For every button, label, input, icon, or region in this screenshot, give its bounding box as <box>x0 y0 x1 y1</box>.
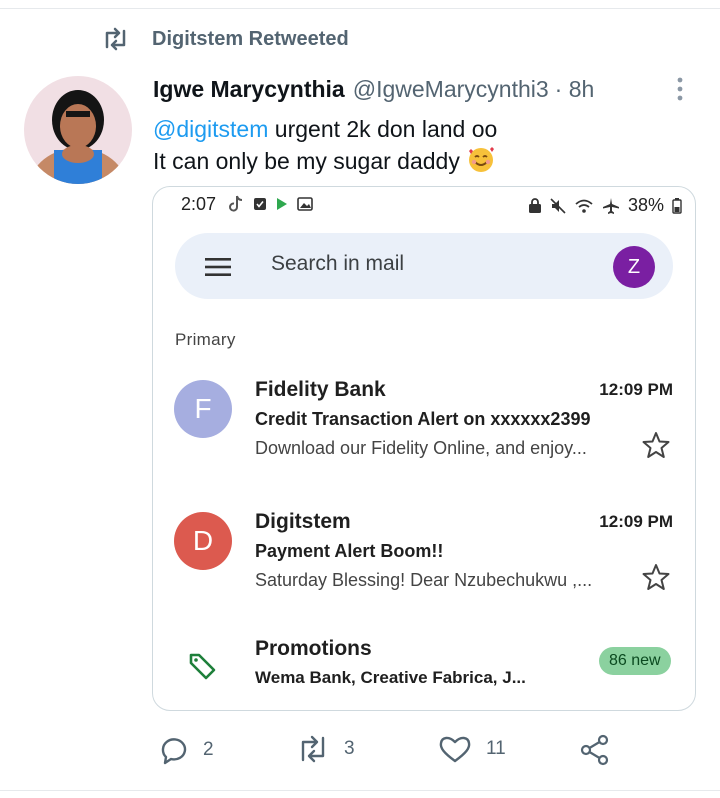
retweet-context[interactable]: Digitstem Retweeted <box>101 27 349 51</box>
star-icon[interactable] <box>642 431 670 459</box>
new-count-badge: 86 new <box>599 647 671 675</box>
tweet-line-1-rest: urgent 2k don land oo <box>268 116 498 142</box>
checkbox-notification-icon <box>254 198 266 210</box>
retweet-button[interactable]: 3 <box>296 734 355 764</box>
reply-icon <box>161 738 187 765</box>
status-left-icons <box>228 195 313 213</box>
media-card[interactable]: 2:07 38% Search in mail Z Primary F Fide… <box>152 186 696 711</box>
tweet-line-1: @digitstem urgent 2k don land oo <box>153 114 497 145</box>
lock-icon <box>529 197 541 213</box>
avatar[interactable] <box>24 76 132 184</box>
tweet-time[interactable]: · 8h <box>555 76 595 103</box>
star-icon[interactable] <box>642 563 670 591</box>
wifi-icon <box>575 199 593 213</box>
hamburger-menu-icon[interactable] <box>205 258 231 276</box>
sender-avatar: D <box>174 512 232 570</box>
primary-section-label: Primary <box>175 330 236 349</box>
email-snippet: Download our Fidelity Online, and enjoy.… <box>255 438 587 458</box>
promotions-senders: Wema Bank, Creative Fabrica, J... <box>255 668 526 687</box>
share-button[interactable] <box>579 734 611 766</box>
battery-percent: 38% <box>628 195 665 215</box>
retweet-count: 3 <box>344 738 355 759</box>
tweet-header: Igwe Marycynthia @IgweMarycynthi3 · 8h <box>153 76 594 103</box>
reply-button[interactable]: 2 <box>157 734 214 766</box>
tweet-actions: 2 3 11 <box>0 734 720 770</box>
share-icon <box>580 734 609 766</box>
account-avatar[interactable]: Z <box>613 246 655 288</box>
battery-icon <box>672 197 682 214</box>
like-button[interactable]: 11 <box>438 734 506 764</box>
phone-status-bar: 2:07 38% <box>153 187 695 223</box>
sender-avatar: F <box>174 380 232 438</box>
more-options-icon[interactable] <box>671 76 689 102</box>
retweet-label: Digitstem Retweeted <box>152 27 349 50</box>
top-divider <box>0 8 720 9</box>
reply-count: 2 <box>203 739 214 760</box>
promotions-label: Promotions <box>255 637 372 660</box>
status-right-icons: 38% <box>528 195 682 216</box>
tiktok-icon <box>229 195 243 212</box>
email-time: 12:09 PM <box>599 380 673 399</box>
retweet-icon <box>105 27 126 51</box>
author-handle[interactable]: @IgweMarycynthi3 <box>353 76 549 103</box>
like-count: 11 <box>486 738 506 759</box>
gallery-icon <box>297 197 313 211</box>
smiling-face-with-hearts-emoji-icon <box>468 147 494 172</box>
bottom-divider <box>0 790 720 791</box>
email-sender: Digitstem <box>255 510 351 533</box>
tweet-line-2: It can only be my sugar daddy <box>153 145 497 177</box>
mention-link[interactable]: @digitstem <box>153 116 268 142</box>
email-subject: Credit Transaction Alert on xxxxxx2399 <box>255 409 591 429</box>
email-sender: Fidelity Bank <box>255 378 386 401</box>
tweet-text: @digitstem urgent 2k don land oo It can … <box>153 114 497 177</box>
mail-search-bar[interactable]: Search in mail Z <box>175 233 673 299</box>
airplane-icon <box>603 197 619 214</box>
email-time: 12:09 PM <box>599 512 673 531</box>
play-store-icon <box>277 198 287 210</box>
email-row[interactable]: D Digitstem 12:09 PM Payment Alert Boom!… <box>153 510 695 612</box>
avatar-image <box>24 76 132 184</box>
retweet-icon <box>301 735 325 763</box>
tweet-line-2-text: It can only be my sugar daddy <box>153 148 460 174</box>
search-placeholder[interactable]: Search in mail <box>271 252 404 276</box>
email-subject: Payment Alert Boom!! <box>255 541 444 561</box>
author-name[interactable]: Igwe Marycynthia <box>153 76 345 103</box>
email-row[interactable]: F Fidelity Bank 12:09 PM Credit Transact… <box>153 378 695 480</box>
status-time: 2:07 <box>181 194 217 214</box>
mute-icon <box>550 197 566 214</box>
email-snippet: Saturday Blessing! Dear Nzubechukwu ,... <box>255 570 593 590</box>
tag-icon <box>189 653 216 680</box>
promotions-row[interactable]: Promotions Wema Bank, Creative Fabrica, … <box>153 635 695 695</box>
heart-icon <box>439 736 471 763</box>
